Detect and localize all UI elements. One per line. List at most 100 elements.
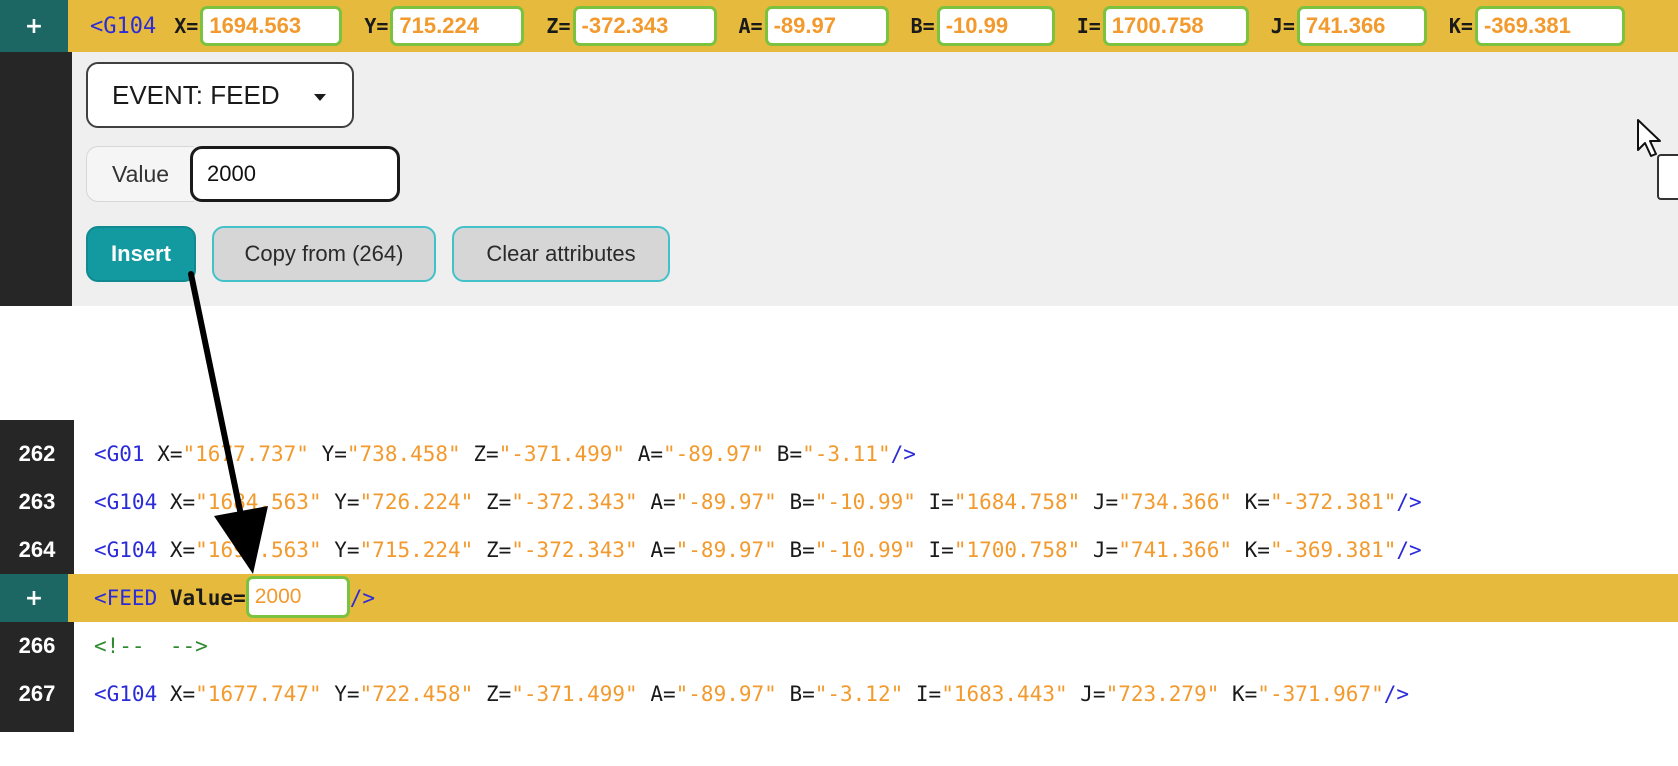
attr-label-j: J= — [1270, 14, 1295, 38]
line-number: 267 — [18, 681, 56, 706]
attr-input-k[interactable]: -369.381 — [1474, 6, 1625, 46]
code-value: "1683.443" — [941, 682, 1068, 706]
code-value: "-89.97" — [675, 682, 777, 706]
code-attr: Y= — [321, 538, 360, 562]
value-label: Value — [86, 146, 194, 202]
code-tag: <G01 — [94, 442, 145, 466]
code-value: "1677.747" — [195, 682, 322, 706]
code-value: "-372.381" — [1269, 490, 1397, 514]
code-attr: K= — [1232, 490, 1270, 514]
code-tag-close: /> — [1396, 538, 1422, 562]
clear-attributes-button[interactable]: Clear attributes — [452, 226, 670, 282]
code-value: "-3.11" — [802, 442, 891, 466]
editing-row: <G104 X= 1694.563 Y= 715.224 Z= -372.343… — [68, 0, 1678, 52]
code-attr: B= — [776, 538, 815, 562]
code-attr: K= — [1219, 682, 1258, 706]
code-text: <G01 X="1677.737" Y="738.458" Z="-371.49… — [94, 430, 916, 478]
value-input[interactable] — [190, 146, 400, 202]
code-tag: <G104 — [94, 682, 158, 706]
event-type-label: EVENT: FEED — [112, 79, 280, 110]
attr-input-i[interactable]: 1700.758 — [1102, 6, 1249, 46]
code-text: <G104 X="1694.563" Y="715.224" Z="-372.3… — [94, 526, 1422, 574]
copy-from-button[interactable]: Copy from (264) — [212, 226, 436, 282]
attr-input-x[interactable]: 1694.563 — [200, 6, 343, 46]
caret-down-icon — [314, 94, 326, 101]
code-tag-close: /> — [890, 442, 916, 466]
attr-input-a[interactable]: -89.97 — [764, 6, 889, 46]
code-attr: B= — [764, 442, 803, 466]
code-line-263[interactable]: 263 <G104 X="1684.563" Y="726.224" Z="-3… — [0, 478, 1678, 526]
code-value: "-10.99" — [814, 538, 916, 562]
code-text: <G104 X="1684.563" Y="726.224" Z="-372.3… — [94, 478, 1422, 526]
code-editor-panel: 262 <G01 X="1677.737" Y="738.458" Z="-37… — [0, 420, 1678, 732]
code-value: "1677.737" — [182, 442, 309, 466]
code-attr: A= — [637, 682, 676, 706]
code-value: "-371.499" — [511, 682, 638, 706]
code-attr: X= — [157, 682, 196, 706]
code-value: "726.224" — [359, 490, 474, 514]
attr-label-y: Y= — [364, 14, 389, 38]
code-attr: K= — [1232, 538, 1270, 562]
attr-label-i: I= — [1076, 14, 1101, 38]
line-number: 264 — [18, 537, 56, 562]
code-line-264[interactable]: 264 <G104 X="1694.563" Y="715.224" Z="-3… — [0, 526, 1678, 574]
add-row-button[interactable]: + — [0, 0, 68, 52]
code-tag-close: /> — [1396, 490, 1422, 514]
code-attr: Z= — [473, 538, 512, 562]
code-attr: I= — [915, 490, 954, 514]
code-value: "-372.343" — [511, 490, 638, 514]
code-value: "-89.97" — [663, 442, 765, 466]
insert-button[interactable]: Insert — [86, 226, 196, 282]
code-value: "734.366" — [1118, 490, 1232, 514]
code-text: <!-- --> — [94, 622, 208, 670]
code-value: "-371.499" — [498, 442, 626, 466]
code-attr: X= — [144, 442, 183, 466]
code-attr: Value= — [157, 586, 246, 610]
attr-input-y[interactable]: 715.224 — [390, 6, 525, 46]
attr-label-k: K= — [1448, 14, 1473, 38]
code-attr: B= — [776, 490, 815, 514]
code-attr: X= — [157, 538, 196, 562]
code-value: "723.279" — [1105, 682, 1220, 706]
attr-input-b[interactable]: -10.99 — [936, 6, 1055, 46]
tag-name: <G104 — [90, 13, 157, 39]
code-value: "-10.99" — [814, 490, 916, 514]
event-type-dropdown[interactable]: EVENT: FEED — [86, 62, 354, 128]
code-value: "-89.97" — [675, 490, 777, 514]
code-value: "1700.758" — [953, 538, 1081, 562]
partial-popup — [1657, 154, 1678, 200]
code-value: "741.366" — [1118, 538, 1232, 562]
code-attr: Z= — [473, 490, 512, 514]
code-value: "-89.97" — [675, 538, 777, 562]
code-text: <G104 X="1677.747" Y="722.458" Z="-371.4… — [94, 670, 1409, 718]
code-value: "738.458" — [346, 442, 461, 466]
code-line-266[interactable]: 266 <!-- --> — [0, 622, 1678, 670]
attr-label-a: A= — [738, 14, 763, 38]
code-attr: B= — [776, 682, 815, 706]
code-attr: I= — [903, 682, 942, 706]
code-attr: Z= — [473, 682, 512, 706]
code-attr: Y= — [308, 442, 347, 466]
inserted-feed-line[interactable]: + <FEED Value= 2000/> — [0, 574, 1678, 622]
code-attr: J= — [1080, 490, 1119, 514]
code-value: "-372.343" — [511, 538, 638, 562]
code-attr: I= — [915, 538, 954, 562]
code-tag: <G104 — [94, 538, 158, 562]
code-value: "-3.12" — [814, 682, 904, 706]
code-value: "722.458" — [359, 682, 474, 706]
code-comment: <!-- --> — [94, 634, 208, 658]
feed-value-input[interactable]: 2000 — [245, 576, 350, 618]
code-line-267[interactable]: 267 <G104 X="1677.747" Y="722.458" Z="-3… — [0, 670, 1678, 718]
attr-input-z[interactable]: -372.343 — [572, 6, 717, 46]
line-number: 266 — [18, 633, 56, 658]
code-attr: J= — [1067, 682, 1106, 706]
code-value: "1694.563" — [195, 538, 322, 562]
code-attr: A= — [637, 490, 676, 514]
add-row-button[interactable]: + — [0, 574, 68, 622]
code-tag: <FEED — [94, 586, 158, 610]
code-line-262[interactable]: 262 <G01 X="1677.737" Y="738.458" Z="-37… — [0, 430, 1678, 478]
frame-edge — [0, 732, 1678, 766]
code-attr: X= — [157, 490, 196, 514]
attr-input-j[interactable]: 741.366 — [1296, 6, 1427, 46]
code-attr: A= — [625, 442, 663, 466]
